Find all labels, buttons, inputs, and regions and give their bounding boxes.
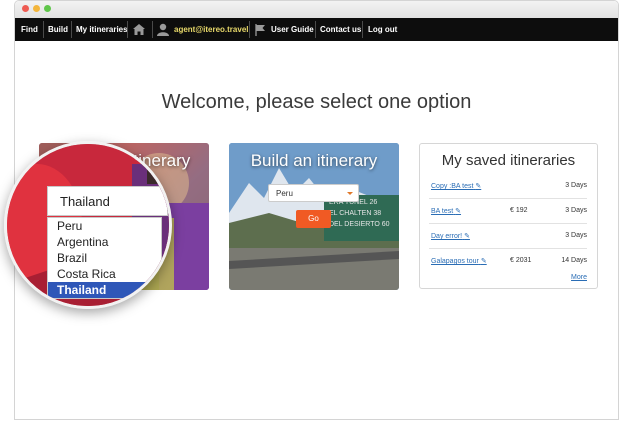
page-title: Welcome, please select one option xyxy=(161,91,472,113)
nav-build[interactable]: Build xyxy=(48,18,68,41)
country-option[interactable]: Brazil xyxy=(48,250,161,266)
find-country-value: Thailand xyxy=(60,194,110,209)
country-option[interactable]: Costa Rica xyxy=(48,266,161,282)
user-icon xyxy=(157,18,169,41)
more-link[interactable]: More xyxy=(571,274,587,281)
pencil-icon[interactable]: ✎ xyxy=(475,183,481,190)
itinerary-link[interactable]: BA test ✎ xyxy=(431,207,461,215)
close-window-icon[interactable] xyxy=(22,5,29,12)
saved-itineraries-panel: My saved itineraries Copy :BA test ✎ 3 D… xyxy=(419,143,598,289)
itinerary-name: Galapagos tour xyxy=(431,258,479,265)
nav-divider xyxy=(43,21,44,38)
maximize-window-icon[interactable] xyxy=(44,5,51,12)
nav-divider xyxy=(315,21,316,38)
country-option[interactable]: Argentina xyxy=(48,234,161,250)
build-country-value: Peru xyxy=(276,189,293,198)
minimize-window-icon[interactable] xyxy=(33,5,40,12)
itinerary-price: € 192 xyxy=(510,207,528,214)
itinerary-link[interactable]: Galapagos tour ✎ xyxy=(431,257,487,265)
build-itinerary-card[interactable]: ERA TUNEL 26 EL CHALTEN 38 DEL DESIERTO … xyxy=(229,143,399,290)
nav-log-out[interactable]: Log out xyxy=(368,18,397,41)
pencil-icon[interactable]: ✎ xyxy=(455,208,461,215)
itinerary-days: 3 Days xyxy=(565,207,587,214)
nav-divider xyxy=(152,21,153,38)
browser-titlebar xyxy=(15,1,618,19)
saved-itinerary-row: Copy :BA test ✎ 3 Days xyxy=(429,174,587,199)
nav-divider xyxy=(71,21,72,38)
country-dropdown-list: Peru Argentina Brazil Costa Rica Thailan… xyxy=(47,217,162,299)
itinerary-days: 14 Days xyxy=(561,257,587,264)
top-navbar: Find Build My itineraries agent@itereo.t… xyxy=(15,18,618,41)
nav-divider xyxy=(362,21,363,38)
nav-user-guide[interactable]: User Guide xyxy=(271,18,314,41)
itinerary-name: Day error! xyxy=(431,233,463,240)
itinerary-name: Copy :BA test xyxy=(431,183,474,190)
chevron-down-icon xyxy=(347,192,353,195)
saved-itinerary-row: BA test ✎ € 192 3 Days xyxy=(429,199,587,224)
nav-divider xyxy=(127,21,128,38)
road-sign-line: EL CHALTEN 38 xyxy=(329,210,382,217)
saved-itineraries-title: My saved itineraries xyxy=(441,152,576,169)
saved-itinerary-row: Galapagos tour ✎ € 2031 14 Days xyxy=(429,249,587,273)
magnifier-overlay: Thailand Peru Argentina Brazil Costa Ric… xyxy=(4,141,172,309)
go-button[interactable]: Go xyxy=(296,210,331,228)
itinerary-name: BA test xyxy=(431,208,454,215)
build-card-title: Build an itinerary xyxy=(250,151,378,170)
nav-find[interactable]: Find xyxy=(21,18,38,41)
build-country-select[interactable]: Peru xyxy=(268,184,359,202)
saved-itinerary-row: Day error! ✎ 3 Days xyxy=(429,224,587,249)
itinerary-price: € 2031 xyxy=(510,257,532,264)
flag-icon xyxy=(255,18,266,41)
user-email[interactable]: agent@itereo.travel xyxy=(174,18,249,41)
find-country-select[interactable]: Thailand xyxy=(47,186,168,216)
itinerary-days: 3 Days xyxy=(565,232,587,239)
itinerary-link[interactable]: Copy :BA test ✎ xyxy=(431,182,481,190)
itinerary-link[interactable]: Day error! ✎ xyxy=(431,232,470,240)
road-sign-line: DEL DESIERTO 60 xyxy=(329,221,390,228)
pencil-icon[interactable]: ✎ xyxy=(481,258,487,265)
nav-my-itineraries[interactable]: My itineraries xyxy=(76,18,128,41)
nav-contact-us[interactable]: Contact us xyxy=(320,18,361,41)
country-option[interactable]: Peru xyxy=(48,218,161,234)
country-option-selected[interactable]: Thailand xyxy=(48,282,161,298)
home-icon[interactable] xyxy=(133,18,145,41)
pencil-icon[interactable]: ✎ xyxy=(464,233,470,240)
itinerary-days: 3 Days xyxy=(565,182,587,189)
nav-divider xyxy=(249,21,250,38)
